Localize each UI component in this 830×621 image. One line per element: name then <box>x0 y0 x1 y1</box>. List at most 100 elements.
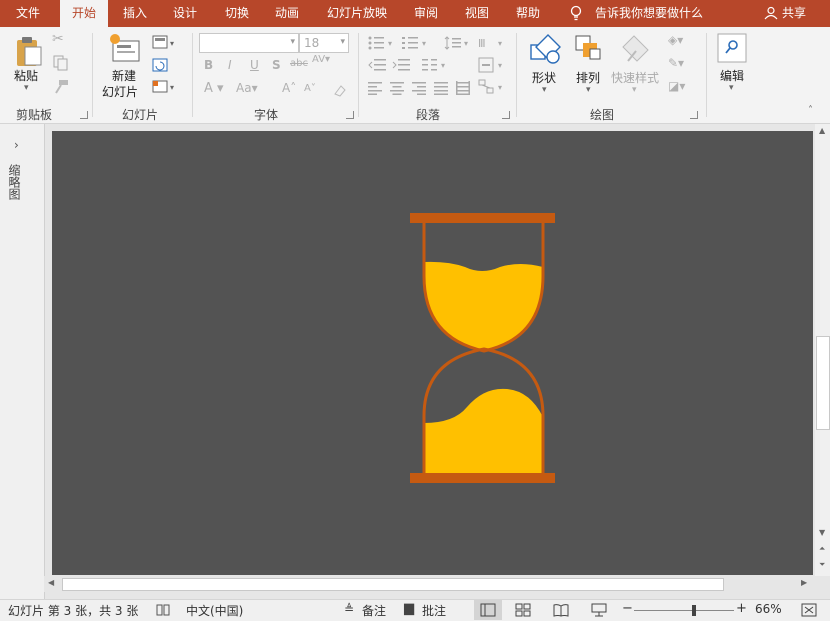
tab-design[interactable]: 设计 <box>162 0 208 27</box>
tab-insert[interactable]: 插入 <box>112 0 158 27</box>
scroll-down-arrow-icon[interactable]: ▼ <box>819 528 825 537</box>
horizontal-scroll-thumb[interactable] <box>62 578 724 591</box>
copy-icon[interactable] <box>52 55 70 71</box>
font-dialog-launcher[interactable] <box>346 111 354 119</box>
status-bar: 幻灯片 第 3 张，共 3 张 中文(中国) ≜ 备注 ▆ 批注 − + 66% <box>0 599 830 621</box>
line-spacing-icon[interactable]: ▾ <box>444 36 472 50</box>
smartart-icon[interactable]: ▾ <box>478 79 506 95</box>
svg-text:▾: ▾ <box>388 39 392 48</box>
change-case-icon[interactable]: Aa▾ <box>236 81 258 95</box>
zoom-level[interactable]: 66% <box>755 602 782 616</box>
comments-label: 批注 <box>422 604 447 618</box>
clear-formatting-icon[interactable] <box>332 82 348 98</box>
tab-slideshow[interactable]: 幻灯片放映 <box>318 0 396 27</box>
tab-help[interactable]: 帮助 <box>506 0 550 27</box>
editing-button[interactable]: 编辑 ▾ <box>714 33 750 95</box>
font-size-value: 18 <box>304 36 320 50</box>
expand-thumbnails-icon[interactable]: › <box>14 138 19 152</box>
tab-file[interactable]: 文件 <box>0 0 56 27</box>
drawing-dialog-launcher[interactable] <box>690 111 698 119</box>
tab-animations[interactable]: 动画 <box>264 0 310 27</box>
scroll-left-arrow-icon[interactable]: ◀ <box>48 578 54 587</box>
numbering-icon[interactable]: ▾ <box>402 36 430 50</box>
font-size-combo[interactable]: 18 ▾ <box>299 33 349 53</box>
grow-font-icon[interactable]: A˄ <box>282 81 296 95</box>
shrink-font-icon[interactable]: A˅ <box>304 83 316 94</box>
scroll-right-arrow-icon[interactable]: ▶ <box>801 578 807 587</box>
increase-indent-icon[interactable] <box>392 58 410 72</box>
fit-to-window-icon[interactable] <box>801 603 817 617</box>
lightbulb-icon <box>570 5 582 21</box>
font-color-icon[interactable]: A ▾ <box>204 81 224 96</box>
new-slide-button[interactable]: 新建 幻灯片 <box>100 33 150 99</box>
font-name-combo[interactable]: ▾ <box>199 33 299 53</box>
previous-slide-icon[interactable]: ⏶ <box>819 544 825 554</box>
cut-icon[interactable]: ✂ <box>52 31 64 47</box>
zoom-slider[interactable] <box>634 605 734 616</box>
align-text-icon[interactable]: ▾ <box>478 57 506 73</box>
section-icon[interactable]: ▾ <box>152 79 178 95</box>
share-button[interactable]: 共享 <box>762 0 822 27</box>
columns-icon[interactable]: ▾ <box>422 58 450 72</box>
spell-check-icon[interactable] <box>156 603 172 617</box>
notes-icon: ≜ <box>344 602 355 616</box>
comments-button[interactable]: ▆ 批注 <box>404 600 454 620</box>
hourglass-illustration[interactable] <box>52 131 813 575</box>
comment-icon: ▆ <box>404 601 414 616</box>
shape-fill-icon[interactable]: ◈▾ <box>668 33 683 47</box>
shape-outline-icon[interactable]: ✎▾ <box>668 56 684 70</box>
slides-group-label: 幻灯片 <box>122 108 159 122</box>
horizontal-scrollbar[interactable]: ◀ ▶ <box>44 576 815 592</box>
slideshow-icon[interactable] <box>591 603 607 617</box>
tab-home[interactable]: 开始 <box>60 0 108 27</box>
distributed-icon[interactable] <box>456 81 472 95</box>
shape-effects-icon[interactable]: ◪▾ <box>668 79 685 93</box>
character-spacing-icon[interactable]: AV▾ <box>312 54 330 65</box>
collapse-ribbon-icon[interactable]: ˄ <box>808 105 813 116</box>
slide-canvas[interactable] <box>52 131 813 575</box>
paste-button[interactable]: 粘贴 ▾ <box>12 35 46 97</box>
scroll-up-arrow-icon[interactable]: ▲ <box>819 126 825 135</box>
justify-icon[interactable] <box>434 81 450 95</box>
format-painter-icon[interactable] <box>52 79 70 95</box>
slide-counter: 幻灯片 第 3 张，共 3 张 <box>8 604 139 618</box>
zoom-slider-thumb[interactable] <box>692 605 696 616</box>
notes-button[interactable]: ≜ 备注 <box>344 600 390 620</box>
zoom-out-button[interactable]: − <box>622 601 633 616</box>
tab-transitions[interactable]: 切换 <box>214 0 260 27</box>
slide-sorter-icon[interactable] <box>515 603 531 617</box>
tab-review[interactable]: 审阅 <box>404 0 448 27</box>
thumbnails-label[interactable]: 缩略图 <box>6 164 23 200</box>
text-shadow-button[interactable]: S <box>272 58 281 72</box>
svg-text:Ⅲ: Ⅲ <box>478 37 486 50</box>
shapes-button[interactable]: 形状 ▾ <box>526 33 566 99</box>
reset-icon[interactable] <box>152 57 170 73</box>
text-direction-icon[interactable]: Ⅲ ▾ <box>478 35 506 51</box>
normal-view-button[interactable] <box>474 600 502 620</box>
zoom-in-button[interactable]: + <box>736 601 747 616</box>
bullets-icon[interactable]: ▾ <box>368 36 396 50</box>
align-center-icon[interactable] <box>390 81 406 95</box>
italic-button[interactable]: I <box>228 58 232 72</box>
align-left-icon[interactable] <box>368 81 384 95</box>
decrease-indent-icon[interactable] <box>368 58 386 72</box>
strikethrough-button[interactable]: abc <box>290 58 308 69</box>
quick-styles-label: 快速样式 <box>611 71 660 85</box>
shapes-label: 形状 <box>532 71 557 85</box>
quick-styles-button[interactable]: 快速样式 ▾ <box>610 33 662 99</box>
paragraph-dialog-launcher[interactable] <box>502 111 510 119</box>
language-indicator[interactable]: 中文(中国) <box>186 602 243 619</box>
separator <box>192 33 193 117</box>
vertical-scrollbar[interactable]: ▲ ▼ ⏶ ⏷ <box>815 124 830 576</box>
reading-view-icon[interactable] <box>553 603 569 617</box>
tab-view[interactable]: 视图 <box>454 0 500 27</box>
next-slide-icon[interactable]: ⏷ <box>819 560 825 570</box>
bold-button[interactable]: B <box>204 58 213 72</box>
vertical-scroll-thumb[interactable] <box>816 336 830 430</box>
underline-button[interactable]: U <box>250 58 259 72</box>
arrange-button[interactable]: 排列 ▾ <box>570 33 610 99</box>
clipboard-dialog-launcher[interactable] <box>80 111 88 119</box>
thumbnail-pane-collapsed: › 缩略图 <box>0 124 45 600</box>
layout-icon[interactable]: ▾ <box>152 35 178 51</box>
align-right-icon[interactable] <box>412 81 428 95</box>
